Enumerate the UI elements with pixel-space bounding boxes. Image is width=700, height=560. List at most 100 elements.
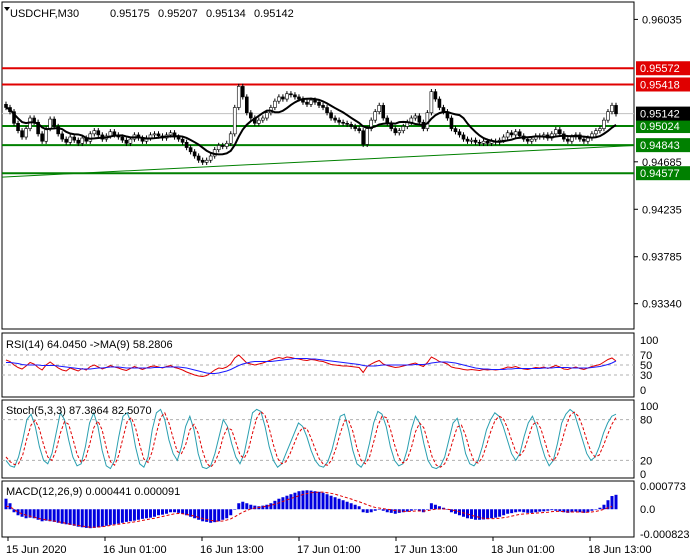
candle-body xyxy=(554,129,558,135)
macd-histogram-bar xyxy=(574,509,578,512)
candle-body xyxy=(333,117,337,121)
macd-histogram-bar xyxy=(490,509,494,519)
candle-body xyxy=(341,121,345,124)
candle-body xyxy=(112,131,117,136)
macd-histogram-bar xyxy=(409,509,413,511)
macd-histogram-bar xyxy=(277,498,281,510)
macd-histogram-bar xyxy=(213,509,217,523)
candle-body xyxy=(273,100,277,108)
macd-histogram-bar xyxy=(518,509,522,512)
macd-histogram-bar xyxy=(241,501,245,510)
time-tick-label: 17 Jun 13:00 xyxy=(394,544,458,556)
macd-histogram-bar xyxy=(534,509,538,513)
candle-body xyxy=(505,132,510,138)
macd-histogram-bar xyxy=(40,509,44,522)
macd-histogram-bar xyxy=(56,509,60,523)
macd-histogram-bar xyxy=(429,503,433,510)
macd-histogram-bar xyxy=(120,509,124,523)
candle-body xyxy=(525,138,530,142)
candle-body xyxy=(208,155,213,161)
macd-histogram-bar xyxy=(293,492,297,510)
level-label: 0.95024 xyxy=(640,121,680,133)
macd-histogram-bar xyxy=(217,509,221,522)
candle-body xyxy=(373,111,378,121)
time-tick-label: 17 Jun 01:00 xyxy=(297,544,361,556)
price-tick-label: 0.94235 xyxy=(642,204,682,216)
macd-histogram-bar xyxy=(269,503,273,510)
candle-body xyxy=(44,128,48,142)
macd-histogram-bar xyxy=(64,509,68,525)
ohlc-high: 0.95207 xyxy=(158,8,198,20)
macd-histogram-bar xyxy=(289,494,293,510)
macd-histogram-bar xyxy=(229,509,233,516)
trading-chart[interactable]: 0.960350.946850.942350.937850.933400.955… xyxy=(0,0,700,560)
macd-histogram-bar xyxy=(136,509,140,520)
price-layer: 0.960350.946850.942350.937850.933400.955… xyxy=(1,14,690,311)
stoch-tick-label: 20 xyxy=(640,455,652,467)
macd-histogram-bar xyxy=(72,509,76,526)
candle-body xyxy=(401,126,406,131)
candle-body xyxy=(453,128,458,133)
candle-body xyxy=(60,133,64,140)
macd-histogram-bar xyxy=(474,509,478,520)
macd-tick-label: -0.000823 xyxy=(640,529,690,541)
macd-histogram-bar xyxy=(349,503,353,510)
macd-histogram-bar xyxy=(88,509,92,529)
candle-body xyxy=(24,128,28,138)
candle-body xyxy=(429,91,434,114)
ohlc-close: 0.95142 xyxy=(254,8,294,20)
macd-histogram-bar xyxy=(457,509,461,516)
macd-histogram-bar xyxy=(510,509,514,514)
candle-body xyxy=(357,128,361,131)
candle-body xyxy=(365,128,369,145)
macd-histogram-bar xyxy=(357,506,361,510)
time-tick-label: 16 Jun 01:00 xyxy=(103,544,167,556)
candle-body xyxy=(293,94,297,98)
macd-histogram-bar xyxy=(333,497,337,510)
macd-histogram-bar xyxy=(598,507,602,510)
stoch-title: Stoch(5,3,3) 87.3864 82.5070 xyxy=(6,405,152,417)
macd-histogram-bar xyxy=(297,491,301,510)
rsi-tick-label: 100 xyxy=(640,335,658,347)
macd-histogram-bar xyxy=(361,509,365,513)
macd-histogram-bar xyxy=(413,509,417,510)
candle-body xyxy=(72,136,77,141)
macd-histogram-bar xyxy=(273,500,277,510)
macd-histogram-bar xyxy=(478,509,482,520)
candle-body xyxy=(184,141,189,148)
candle-body xyxy=(168,132,173,136)
candle-body xyxy=(216,145,221,150)
macd-histogram-bar xyxy=(550,509,554,511)
candle-body xyxy=(477,141,482,144)
macd-histogram-bar xyxy=(124,509,128,522)
level-label: 0.95572 xyxy=(640,63,680,75)
time-tick-label: 18 Jun 01:00 xyxy=(491,544,555,556)
macd-histogram-bar xyxy=(44,509,48,521)
macd-histogram-bar xyxy=(281,497,285,510)
candle-body xyxy=(152,133,157,136)
macd-histogram-bar xyxy=(486,509,490,520)
candle-body xyxy=(598,128,602,131)
macd-histogram-bar xyxy=(96,509,100,528)
candle-body xyxy=(297,96,301,100)
macd-histogram-bar xyxy=(108,509,112,525)
candle-body xyxy=(317,101,321,106)
candle-body xyxy=(265,112,269,119)
macd-histogram-bar xyxy=(329,495,333,510)
macd-histogram-bar xyxy=(498,509,502,517)
macd-histogram-bar xyxy=(181,509,185,514)
candle-body xyxy=(204,159,209,163)
price-tick-label: 0.96035 xyxy=(642,14,682,26)
macd-histogram-bar xyxy=(12,509,16,513)
macd-histogram-bar xyxy=(317,491,321,510)
candle-body xyxy=(20,130,24,138)
candle-body xyxy=(473,139,478,143)
candle-body xyxy=(517,131,522,137)
macd-histogram-bar xyxy=(602,504,606,510)
macd-histogram-bar xyxy=(197,509,201,520)
candle-body xyxy=(261,117,265,121)
macd-histogram-bar xyxy=(522,509,526,513)
candle-body xyxy=(176,136,181,140)
macd-histogram-bar xyxy=(433,504,437,510)
macd-histogram-bar xyxy=(381,509,385,511)
